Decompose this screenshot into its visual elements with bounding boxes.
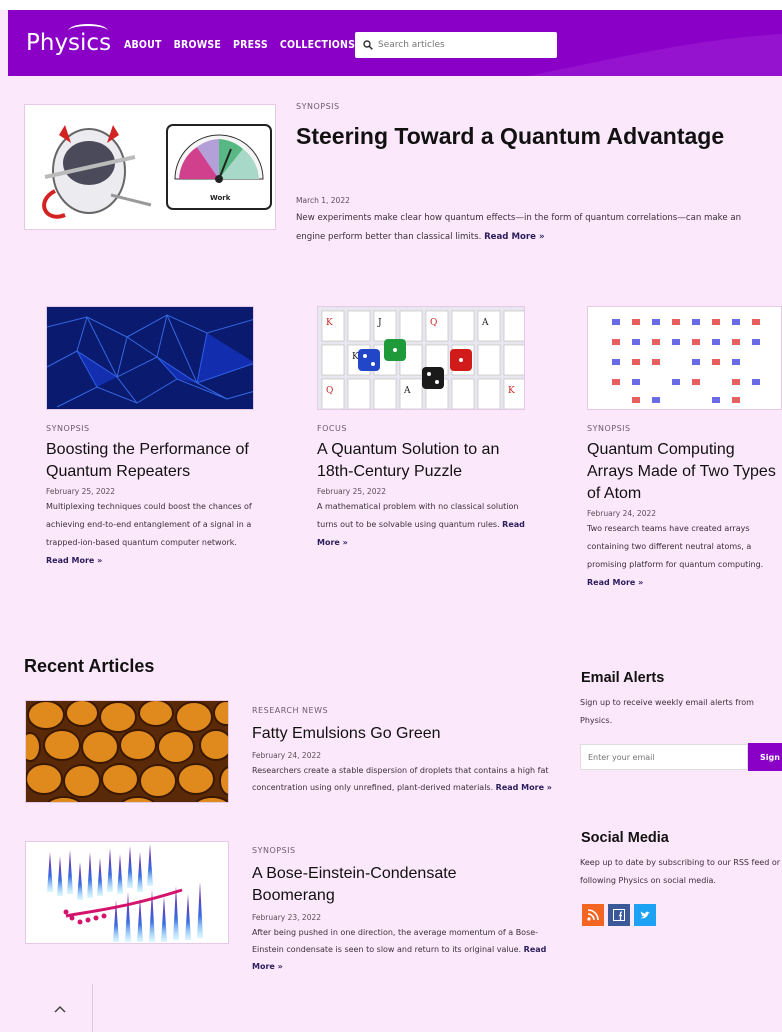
card-title[interactable]: Quantum Computing Arrays Made of Two Typ… — [587, 439, 782, 505]
article-title[interactable]: Fatty Emulsions Go Green — [252, 723, 552, 745]
card-image-network[interactable] — [46, 306, 254, 410]
hero-kicker: SYNOPSIS — [296, 102, 340, 111]
card-desc-text: Two research teams have created arrays c… — [587, 524, 764, 569]
search-input[interactable] — [378, 40, 548, 50]
card-description: A mathematical problem with no classical… — [317, 498, 527, 552]
card-read-more[interactable]: Read More » — [46, 556, 102, 565]
signup-button[interactable]: Sign — [748, 743, 782, 771]
article-desc-text: After being pushed in one direction, the… — [252, 928, 539, 954]
email-field[interactable] — [580, 744, 748, 770]
card-image-atom-array[interactable] — [587, 306, 782, 410]
back-to-top-icon[interactable] — [50, 1002, 70, 1022]
twitter-icon[interactable] — [634, 904, 656, 926]
card-title[interactable]: Boosting the Performance of Quantum Repe… — [46, 439, 256, 483]
card-description: Multiplexing techniques could boost the … — [46, 498, 256, 570]
card-date: February 25, 2022 — [46, 487, 116, 496]
card-desc-text: A mathematical problem with no classical… — [317, 502, 519, 529]
rss-icon[interactable] — [582, 904, 604, 926]
logo-arc-icon — [68, 24, 108, 38]
nav-about[interactable]: ABOUT — [124, 39, 162, 51]
article-description: Researchers create a stable dispersion o… — [252, 762, 552, 796]
article-kicker: SYNOPSIS — [252, 846, 296, 855]
search-box[interactable] — [355, 32, 557, 58]
hero-description: New experiments make clear how quantum e… — [296, 209, 754, 247]
recent-article: RESEARCH NEWS Fatty Emulsions Go Green F… — [252, 698, 552, 796]
card-kicker: SYNOPSIS — [46, 424, 90, 433]
footer-divider — [92, 984, 93, 1032]
feature-card: SYNOPSIS Boosting the Performance of Qua… — [46, 306, 256, 570]
card-date: February 25, 2022 — [317, 487, 387, 496]
svg-text:K: K — [352, 352, 359, 362]
card-title[interactable]: A Quantum Solution to an 18th-Century Pu… — [317, 439, 527, 483]
facebook-icon[interactable] — [608, 904, 630, 926]
recent-article: SYNOPSIS A Bose-Einstein-Condensate Boom… — [252, 838, 552, 975]
feature-card: KJQAKJQAK FOCUS A Quantum Solution to an… — [317, 306, 527, 552]
card-date: February 24, 2022 — [587, 509, 657, 518]
svg-text:K: K — [508, 386, 515, 396]
main-nav: ABOUT BROWSE PRESS COLLECTIONS — [124, 39, 355, 51]
svg-text:A: A — [481, 318, 489, 328]
svg-text:Q: Q — [326, 386, 333, 396]
nav-collections[interactable]: COLLECTIONS — [280, 39, 355, 51]
recent-articles-heading: Recent Articles — [24, 656, 155, 676]
svg-text:Q: Q — [430, 318, 437, 328]
article-kicker: RESEARCH NEWS — [252, 706, 329, 715]
hero-title[interactable]: Steering Toward a Quantum Advantage — [296, 123, 724, 150]
svg-text:J: J — [377, 318, 382, 328]
nav-browse[interactable]: BROWSE — [174, 39, 221, 51]
email-alerts-text: Sign up to receive weekly email alerts f… — [580, 698, 754, 725]
article-read-more[interactable]: Read More » — [496, 783, 552, 792]
social-media-heading: Social Media — [581, 830, 669, 846]
social-media-text: Keep up to date by subscribing to our RS… — [580, 858, 780, 885]
card-image-dice[interactable]: KJQAKJQAK — [317, 306, 525, 410]
hero-read-more[interactable]: Read More » — [484, 232, 544, 242]
gauge-label: Work — [210, 194, 231, 202]
article-image-emulsion[interactable] — [25, 700, 229, 803]
nav-press[interactable]: PRESS — [233, 39, 268, 51]
svg-text:A: A — [403, 386, 411, 396]
article-date: February 23, 2022 — [252, 913, 322, 922]
feature-card: SYNOPSIS Quantum Computing Arrays Made o… — [587, 306, 782, 592]
svg-text:K: K — [326, 318, 333, 328]
top-strip — [0, 0, 782, 10]
hero-image[interactable]: Work — [24, 104, 276, 230]
card-kicker: FOCUS — [317, 424, 347, 433]
article-image-condensate[interactable] — [25, 841, 229, 944]
hero-date: March 1, 2022 — [296, 196, 350, 205]
article-description: After being pushed in one direction, the… — [252, 924, 552, 975]
search-icon — [363, 40, 373, 50]
article-date: February 24, 2022 — [252, 751, 322, 760]
card-description: Two research teams have created arrays c… — [587, 520, 782, 592]
email-alerts-heading: Email Alerts — [581, 670, 665, 686]
card-kicker: SYNOPSIS — [587, 424, 631, 433]
card-desc-text: Multiplexing techniques could boost the … — [46, 502, 252, 547]
article-title[interactable]: A Bose-Einstein-Condensate Boomerang — [252, 863, 492, 907]
card-read-more[interactable]: Read More » — [587, 578, 643, 587]
site-header: Physics ABOUT BROWSE PRESS COLLECTIONS — [8, 10, 782, 76]
